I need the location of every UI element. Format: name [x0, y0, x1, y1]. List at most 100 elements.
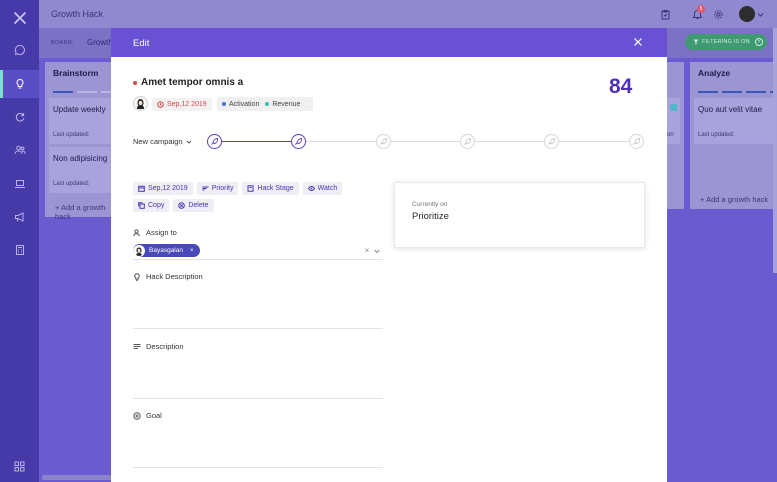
list-item[interactable]: Update weekly Last updated: — [49, 98, 111, 144]
calendar-icon — [138, 185, 145, 192]
sidebar-item-chat[interactable] — [0, 36, 39, 64]
filter-icon — [693, 39, 699, 45]
assign-to-label: Assign to — [133, 228, 177, 237]
stage-step-4[interactable] — [460, 134, 475, 149]
rocket-icon — [295, 138, 302, 145]
users-icon — [14, 144, 26, 156]
rocket-icon — [464, 138, 471, 145]
ice-score: 84 — [609, 75, 633, 98]
card-title: Quo aut velit vitae — [698, 105, 763, 114]
board-label: BOARD: — [51, 40, 74, 46]
sidebar-item-cycle[interactable] — [0, 103, 39, 131]
goal-input[interactable] — [133, 467, 383, 468]
delete-icon — [178, 202, 186, 209]
copy-icon — [138, 202, 145, 209]
watch-icon — [307, 185, 315, 192]
card-title: Non adipisicing — [53, 154, 108, 163]
add-growth-hack-link[interactable]: + Add a growth hack — [700, 195, 768, 204]
owner-avatar[interactable] — [133, 96, 148, 111]
filter-toggle-button[interactable]: FILTERING IS ON × — [685, 34, 767, 50]
list-item[interactable]: on — [667, 98, 680, 144]
current-stage-value: Prioritize — [412, 211, 449, 222]
color-swatch — [670, 104, 677, 111]
stage-step-3[interactable] — [376, 134, 391, 149]
rocket-icon — [211, 138, 218, 145]
target-icon — [133, 411, 141, 420]
priority-icon — [202, 185, 209, 192]
rocket-icon — [633, 138, 640, 145]
app-title: Growth Hack — [51, 9, 104, 19]
hack-title[interactable]: Amet tempor omnis a — [141, 77, 243, 88]
card-meta: Last updated: — [53, 181, 90, 187]
column-title: Brainstorm — [53, 68, 99, 78]
add-growth-hack-link[interactable]: + Add a growth hack — [55, 203, 111, 221]
description-input[interactable] — [133, 398, 383, 399]
clear-assignees-icon[interactable]: × — [363, 247, 371, 255]
logo-icon[interactable] — [0, 8, 39, 28]
gear-icon[interactable] — [711, 7, 725, 21]
user-avatar[interactable] — [739, 6, 755, 22]
sidebar-item-calculator[interactable] — [0, 236, 39, 264]
clipboard-icon[interactable] — [658, 7, 672, 21]
copy-button[interactable]: Copy — [133, 199, 170, 212]
sidebar-item-screen[interactable] — [0, 170, 39, 198]
campaign-label: New campaign — [133, 137, 183, 146]
sidebar-item-campaigns[interactable] — [0, 203, 39, 231]
chevron-down-icon[interactable] — [373, 247, 381, 255]
current-stage-card: Currently on Prioritize — [394, 182, 645, 248]
remove-assignee-icon[interactable]: × — [190, 248, 194, 254]
action-row: Copy Delete — [133, 199, 214, 212]
stage-step-2[interactable] — [291, 134, 306, 149]
horizontal-scrollbar[interactable] — [42, 475, 112, 480]
sidebar-item-ideas[interactable] — [0, 70, 39, 98]
stage-step-6[interactable] — [629, 134, 644, 149]
hack-description-label: Hack Description — [133, 272, 203, 281]
date-button[interactable]: Sep,12 2019 — [133, 182, 193, 195]
refresh-icon — [14, 111, 26, 123]
hack-description-input[interactable] — [133, 328, 383, 329]
stage-step-5[interactable] — [544, 134, 559, 149]
clear-filter-icon[interactable]: × — [755, 38, 763, 46]
board-column: on — [667, 62, 684, 209]
assign-field-underline — [133, 259, 383, 260]
tag-revenue: Revenue — [265, 101, 300, 108]
align-left-icon — [133, 343, 141, 351]
priority-button[interactable]: Priority — [196, 182, 239, 195]
delete-button[interactable]: Delete — [173, 199, 214, 212]
goal-label: Goal — [133, 411, 162, 420]
notification-badge: 5 — [697, 5, 705, 13]
list-item[interactable]: Quo aut velit vitae Last updated: — [694, 98, 773, 144]
chevron-down-icon — [186, 139, 192, 145]
rocket-icon — [548, 138, 555, 145]
sidebar-item-apps[interactable] — [0, 452, 39, 480]
vertical-scrollbar[interactable] — [773, 28, 777, 273]
grid-icon — [14, 461, 25, 472]
lightbulb-icon — [14, 78, 26, 90]
card-meta: Last updated: — [53, 132, 90, 138]
stage-track-progress — [214, 141, 298, 142]
list-item[interactable]: Non adipisicing Last updated: — [49, 147, 111, 193]
board-selector[interactable]: Growth — [87, 38, 113, 47]
due-date-badge[interactable]: Sep,12 2019 — [152, 98, 212, 111]
card-meta: Last updated: — [698, 132, 735, 138]
column-title: Analyze — [698, 68, 731, 78]
calculator-icon — [14, 244, 26, 256]
close-icon[interactable] — [632, 36, 644, 48]
modal-title: Edit — [133, 38, 150, 49]
description-label: Description — [133, 342, 184, 351]
watch-button[interactable]: Watch — [302, 182, 343, 195]
assignee-chip[interactable]: Bayasgalan × — [133, 244, 200, 257]
tags-list[interactable]: Activation Revenue — [217, 97, 313, 111]
board-column: Brainstorm Update weekly Last updated: N… — [45, 62, 121, 221]
rocket-icon — [380, 138, 387, 145]
tag-activation: Activation — [222, 101, 259, 108]
laptop-icon — [14, 178, 26, 190]
chevron-down-icon[interactable] — [756, 7, 764, 21]
assignee-name: Bayasgalan — [149, 247, 183, 254]
board-column: Analyze Quo aut velit vitae Last updated… — [690, 62, 776, 209]
sidebar-item-team[interactable] — [0, 136, 39, 164]
hack-stage-button[interactable]: Hack Stage — [242, 182, 299, 195]
stage-step-1[interactable] — [207, 134, 222, 149]
chat-icon — [14, 44, 26, 56]
campaign-dropdown[interactable]: New campaign — [133, 137, 192, 146]
